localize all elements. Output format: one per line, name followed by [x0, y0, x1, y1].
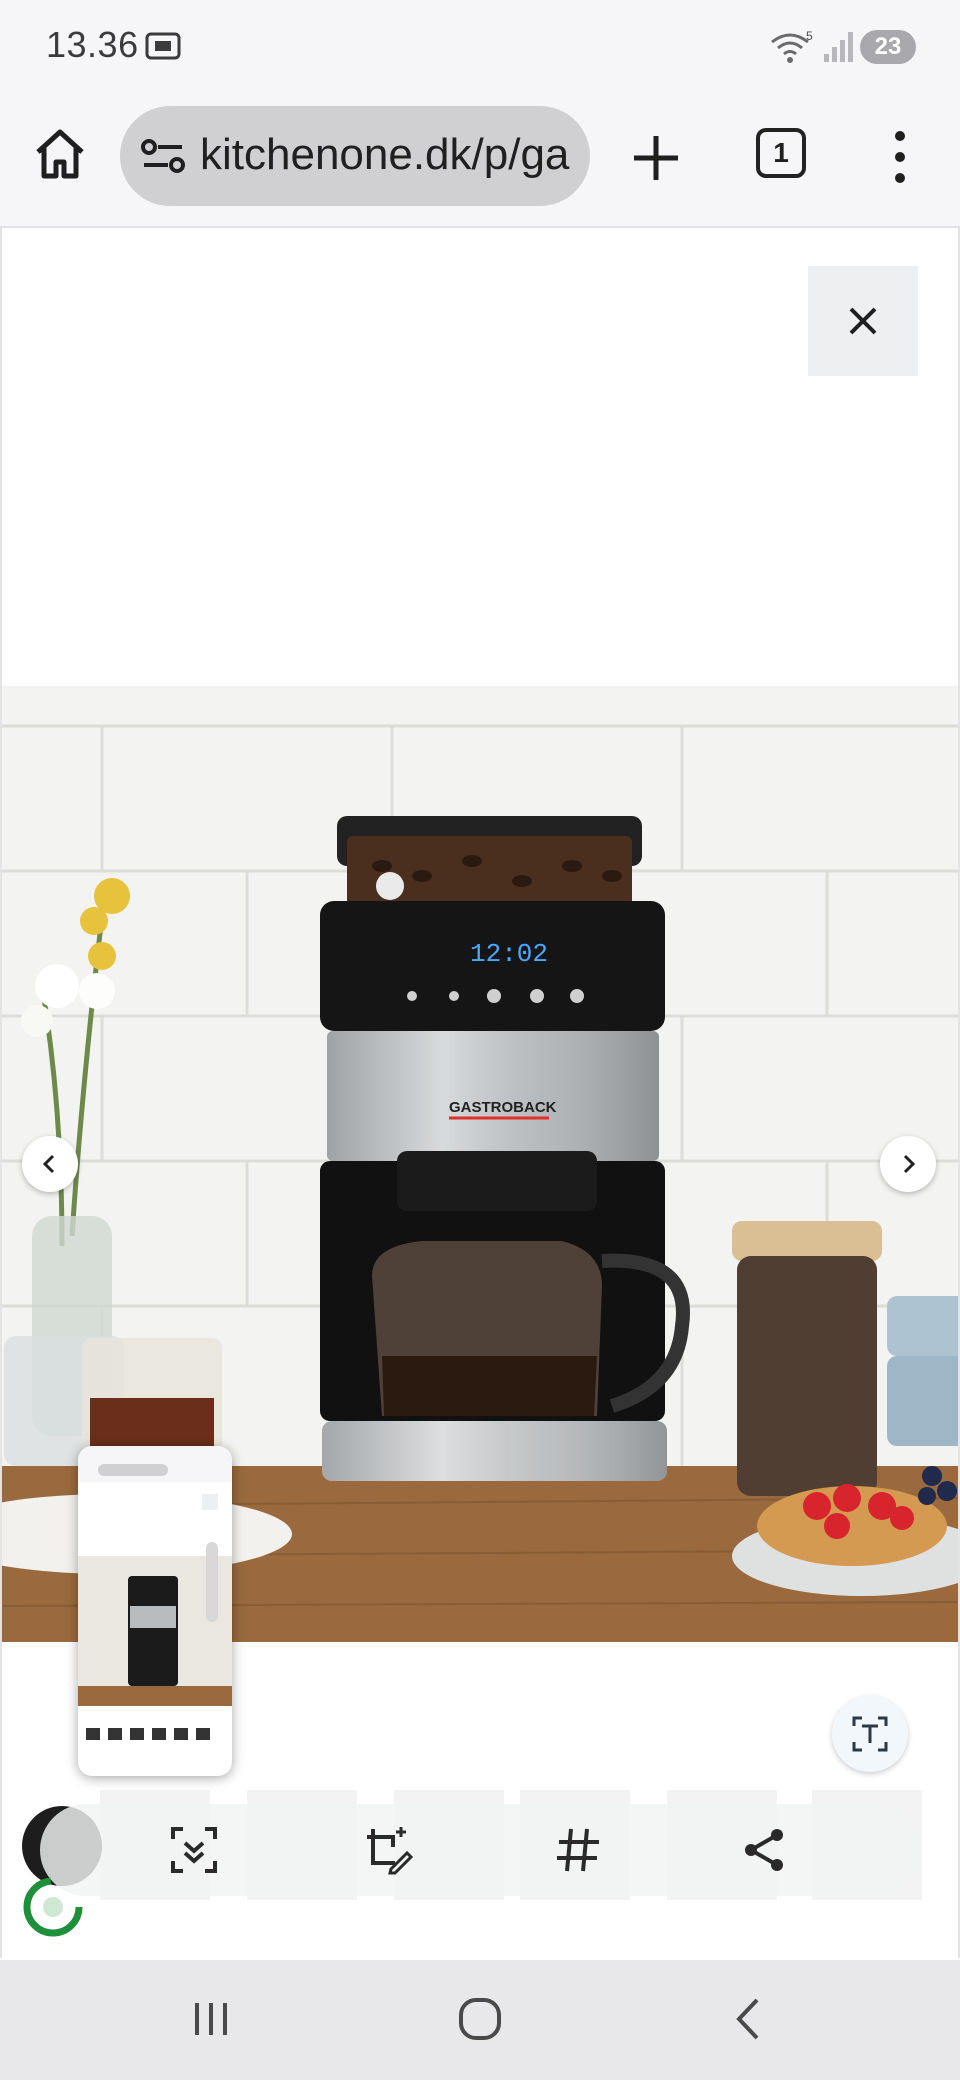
back-button[interactable] [714, 1988, 784, 2050]
hashtag-button[interactable] [548, 1820, 608, 1880]
recents-icon [195, 2003, 227, 2035]
text-extract-icon [852, 1716, 888, 1752]
wifi-badge: 5 [806, 29, 813, 43]
text-extract-button[interactable] [832, 1696, 908, 1772]
clock: 13.36 [46, 24, 139, 65]
site-settings-icon[interactable] [140, 134, 186, 178]
share-icon [745, 1829, 783, 1871]
capture-toolbar [40, 1804, 920, 1896]
signal-icon [824, 32, 853, 62]
chevron-left-icon [42, 1154, 55, 1174]
recents-button[interactable] [176, 1988, 246, 2050]
url-text: kitchenone.dk/p/ga [200, 130, 570, 179]
crop-edit-icon [367, 1827, 413, 1875]
status-bar: 13.36 5 23 [0, 0, 960, 96]
brand-label: GASTROBACK [449, 1099, 557, 1116]
new-tab-plus-icon[interactable] [628, 130, 684, 186]
scroll-capture-icon[interactable] [18, 1872, 88, 1942]
close-gallery-button[interactable] [808, 266, 918, 376]
screenshot-preview-thumbnail[interactable] [78, 1446, 232, 1776]
navigation-bar [0, 1960, 960, 2080]
share-button[interactable] [734, 1820, 794, 1880]
back-icon [736, 1998, 759, 2040]
screen-recorder-icon [145, 32, 181, 60]
screenshot-miniature [78, 1446, 232, 1740]
close-icon [849, 307, 877, 335]
home-circle-icon [459, 1998, 501, 2040]
home-icon[interactable] [30, 124, 90, 184]
expand-capture-icon [171, 1827, 217, 1873]
battery-indicator: 23 [860, 30, 916, 64]
machine-display-time: 12:02 [470, 939, 548, 969]
chevron-right-icon [903, 1154, 916, 1174]
crop-edit-button[interactable] [358, 1820, 418, 1880]
wifi-icon: 5 [771, 29, 813, 63]
previous-image-button[interactable] [22, 1136, 78, 1192]
more-vert-icon[interactable] [880, 126, 920, 188]
expand-capture-button[interactable] [164, 1820, 224, 1880]
hashtag-icon [557, 1828, 599, 1872]
url-bar[interactable]: kitchenone.dk/p/ga [120, 106, 590, 206]
home-nav-button[interactable] [445, 1988, 515, 2050]
next-image-button[interactable] [880, 1136, 936, 1192]
browser-toolbar: kitchenone.dk/p/ga 1 [0, 96, 960, 228]
tab-switcher-button[interactable]: 1 [756, 128, 806, 178]
